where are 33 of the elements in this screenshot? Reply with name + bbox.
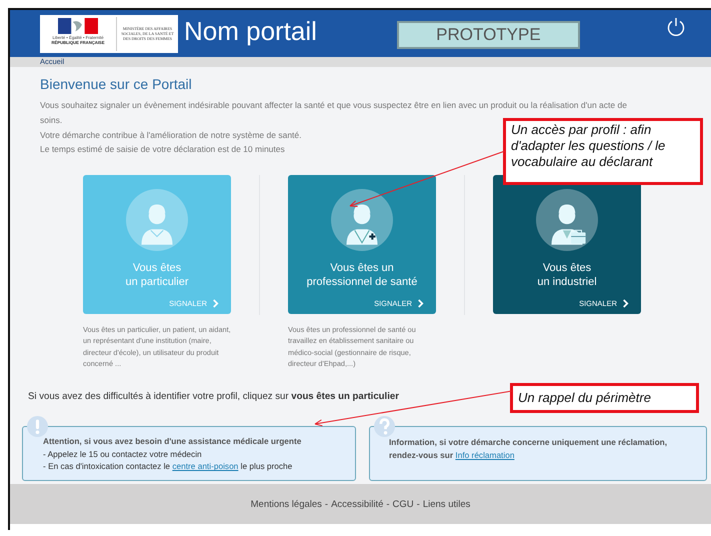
profile-hint: Si vous avez des difficultés à identifier votre profil, cliquez sur vous êtes un particulier bbox=[28, 391, 399, 402]
footer-separator: - bbox=[386, 498, 390, 510]
notice-title: Attention, si vous avez besoin d'une assistance médicale urgente bbox=[43, 436, 302, 448]
notice-text: Information, si votre démarche concerne uniquement une réclamation, rendez-vous sur Info réclamation bbox=[389, 436, 668, 462]
user-avatar-icon bbox=[126, 189, 188, 252]
power-icon[interactable] bbox=[666, 16, 686, 36]
intro-paragraph: Votre démarche contribue à l'amélioration de notre système de santé. bbox=[40, 128, 302, 142]
notice-text: - Appelez le 15 ou contactez votre médecin bbox=[43, 448, 203, 460]
card-title: Vous êtes un industriel bbox=[537, 261, 597, 290]
footer-link[interactable]: Mentions légales bbox=[250, 498, 322, 510]
annotation-callout: Un rappel du périmètre bbox=[510, 383, 699, 413]
site-title: Nom portail bbox=[184, 16, 317, 47]
card-title: Vous êtes un particulier bbox=[126, 261, 188, 290]
chevron-icon bbox=[417, 299, 424, 308]
question-icon bbox=[374, 416, 395, 438]
chevron-icon bbox=[622, 299, 629, 308]
notice-text: - En cas d'intoxication contactez le centre anti-poison le plus proche bbox=[43, 460, 294, 473]
card-title: Vous êtes un professionnel de santé bbox=[306, 261, 418, 290]
footer-link[interactable]: Accessibilité bbox=[331, 498, 384, 510]
user-avatar-icon bbox=[331, 189, 393, 252]
footer-separator: - bbox=[324, 498, 328, 510]
welcome-title: Bienvenue sur ce Portail bbox=[40, 76, 193, 92]
footer-link[interactable]: CGU bbox=[392, 498, 414, 510]
footer-link[interactable]: Liens utiles bbox=[422, 498, 470, 510]
chevron-icon bbox=[212, 299, 219, 308]
exclamation-icon bbox=[27, 416, 48, 438]
notice-link[interactable]: Info réclamation bbox=[455, 450, 514, 460]
intro-paragraph: Le temps estimé de saisie de votre déclaration est de 10 minutes bbox=[40, 143, 285, 156]
user-avatar-icon bbox=[536, 189, 598, 252]
annotation-callout: Un accès par profil : afin d'adapter les questions / le vocabulaire au déclarant bbox=[503, 118, 703, 185]
footer-separator: - bbox=[416, 498, 420, 510]
notice-link[interactable]: centre anti-poison bbox=[172, 461, 238, 472]
prototype-badge: PROTOTYPE bbox=[396, 20, 580, 48]
